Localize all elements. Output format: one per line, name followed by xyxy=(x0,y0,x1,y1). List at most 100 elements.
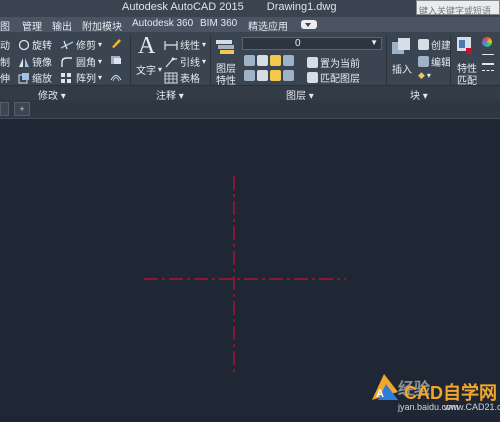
set-current-label: 置为当前 xyxy=(320,59,360,70)
copy-button[interactable]: 制 xyxy=(0,54,10,69)
linear-label: 线性 xyxy=(180,41,200,52)
set-current-icon xyxy=(307,57,318,68)
file-tab-drawing1[interactable] xyxy=(0,102,9,116)
layer-isolate-icon[interactable] xyxy=(257,55,268,66)
edit-block-label: 编辑 xyxy=(431,58,451,69)
layer-properties-icon[interactable] xyxy=(214,36,236,56)
chevron-down-icon[interactable]: ▼ xyxy=(370,38,378,47)
array-icon xyxy=(61,72,71,83)
layer-off-icon[interactable] xyxy=(244,55,255,66)
tab-view[interactable]: 图 xyxy=(0,18,10,33)
scale-icon xyxy=(18,72,29,83)
layer-on-icon[interactable] xyxy=(244,70,255,81)
create-block-icon xyxy=(418,39,429,50)
new-tab-button[interactable]: + xyxy=(14,102,30,116)
edit-block-button[interactable]: 编辑 xyxy=(418,54,451,69)
block-attributes-icon: ◆ xyxy=(418,70,425,80)
table-button[interactable]: 表格 xyxy=(164,70,200,85)
text-big-icon[interactable]: A xyxy=(138,33,155,60)
document-title: Drawing1.dwg xyxy=(266,1,337,13)
window-title: Autodesk AutoCAD 2015 Drawing1.dwg xyxy=(122,1,356,13)
match-layer-button[interactable]: 匹配图层 xyxy=(307,70,360,85)
tab-addins[interactable]: 附加模块 xyxy=(82,18,122,33)
app-title: Autodesk AutoCAD 2015 xyxy=(122,1,244,13)
trim-button[interactable]: 修剪 ▾ xyxy=(60,37,102,52)
linear-dimension-icon xyxy=(164,40,178,50)
move-button[interactable]: 动 xyxy=(0,37,10,52)
create-block-button[interactable]: 创建 xyxy=(418,37,451,52)
block-attributes-button[interactable]: ◆ ▾ xyxy=(418,70,431,81)
layer-unlock-icon[interactable] xyxy=(283,70,294,81)
trim-dropdown-icon[interactable]: ▾ xyxy=(98,40,102,49)
layer-thaw-icon[interactable] xyxy=(270,70,281,81)
linetype-icon[interactable] xyxy=(482,70,494,79)
trim-icon xyxy=(60,40,74,49)
offset-button[interactable] xyxy=(110,70,122,82)
leader-label: 引线 xyxy=(180,58,200,69)
text-dropdown-icon[interactable]: ▾ xyxy=(158,65,162,74)
leader-button[interactable]: 引线 ▾ xyxy=(164,54,206,69)
mirror-icon xyxy=(19,57,29,67)
array-dropdown-icon[interactable]: ▾ xyxy=(98,73,102,82)
layer-unisolate-icon[interactable] xyxy=(257,70,268,81)
file-tab-strip: + xyxy=(0,100,500,119)
erase-button[interactable] xyxy=(110,37,122,49)
stretch-label: 伸 xyxy=(0,74,10,85)
fillet-icon xyxy=(61,56,72,67)
insert-block-icon[interactable] xyxy=(390,36,412,58)
array-label: 阵列 xyxy=(76,74,96,85)
rotate-button[interactable]: 旋转 xyxy=(18,37,52,52)
copy-label: 制 xyxy=(0,58,10,69)
rotate-label: 旋转 xyxy=(32,41,52,52)
tab-manage[interactable]: 管理 xyxy=(22,18,42,33)
tab-options-icon[interactable] xyxy=(300,18,322,33)
offset-icon xyxy=(110,75,122,82)
tab-bim360[interactable]: BIM 360 xyxy=(200,18,237,29)
lineweight-icon[interactable] xyxy=(482,54,494,65)
current-layer-value: 0 xyxy=(295,38,301,49)
layer-dropdown[interactable]: 0 ▼ xyxy=(242,37,382,50)
cad-url-watermark: www.CAD21.com xyxy=(444,402,500,412)
fillet-label: 圆角 xyxy=(76,58,96,69)
match-layer-label: 匹配图层 xyxy=(320,74,360,85)
table-icon xyxy=(164,72,178,83)
layer-lock-icon[interactable] xyxy=(283,55,294,66)
tab-autodesk360[interactable]: Autodesk 360 xyxy=(132,18,193,29)
tab-output[interactable]: 输出 xyxy=(52,18,72,33)
set-current-button[interactable]: 置为当前 xyxy=(307,55,360,70)
explode-icon xyxy=(111,56,121,64)
fillet-button[interactable]: 圆角 ▾ xyxy=(60,54,102,69)
plus-icon: + xyxy=(19,104,25,114)
tab-featured-apps[interactable]: 精选应用 xyxy=(248,18,288,33)
match-layer-icon xyxy=(307,72,318,83)
trim-label: 修剪 xyxy=(76,41,96,52)
array-button[interactable]: 阵列 ▾ xyxy=(60,70,102,85)
match-properties-icon[interactable] xyxy=(456,36,474,56)
linear-dimension-button[interactable]: 线性 ▾ xyxy=(164,37,206,52)
fillet-dropdown-icon[interactable]: ▾ xyxy=(98,57,102,66)
explode-button[interactable] xyxy=(110,54,122,66)
leader-dropdown-icon[interactable]: ▾ xyxy=(202,57,206,66)
search-box[interactable] xyxy=(416,0,500,17)
drawing-canvas[interactable] xyxy=(0,119,500,417)
edit-block-icon xyxy=(418,56,429,67)
move-label: 动 xyxy=(0,41,10,52)
ribbon-tab-bar: 图 管理 输出 附加模块 Autodesk 360 BIM 360 精选应用 xyxy=(0,17,500,33)
color-wheel-icon[interactable] xyxy=(482,37,492,47)
insert-button[interactable]: 插入 xyxy=(392,61,412,76)
linear-dropdown-icon[interactable]: ▾ xyxy=(202,40,206,49)
ribbon-panel-label-bar: 修改 ▾ 注释 ▾ 图层 ▾ 块 ▾ xyxy=(0,85,500,102)
block-attributes-dropdown-icon[interactable]: ▾ xyxy=(427,71,431,80)
crosshair-cursor xyxy=(144,176,346,374)
text-button[interactable]: 文字 ▾ xyxy=(136,62,162,77)
mirror-label: 镜像 xyxy=(32,58,52,69)
search-input[interactable] xyxy=(417,5,500,17)
layer-tool-row-2 xyxy=(244,70,294,81)
mirror-button[interactable]: 镜像 xyxy=(18,54,52,69)
layer-freeze-icon[interactable] xyxy=(270,55,281,66)
stretch-button[interactable]: 伸 xyxy=(0,70,10,85)
scale-button[interactable]: 缩放 xyxy=(18,70,52,85)
text-label: 文字 xyxy=(136,66,156,77)
layer-tool-row-1 xyxy=(244,55,294,66)
properties-color-icons xyxy=(482,37,492,47)
